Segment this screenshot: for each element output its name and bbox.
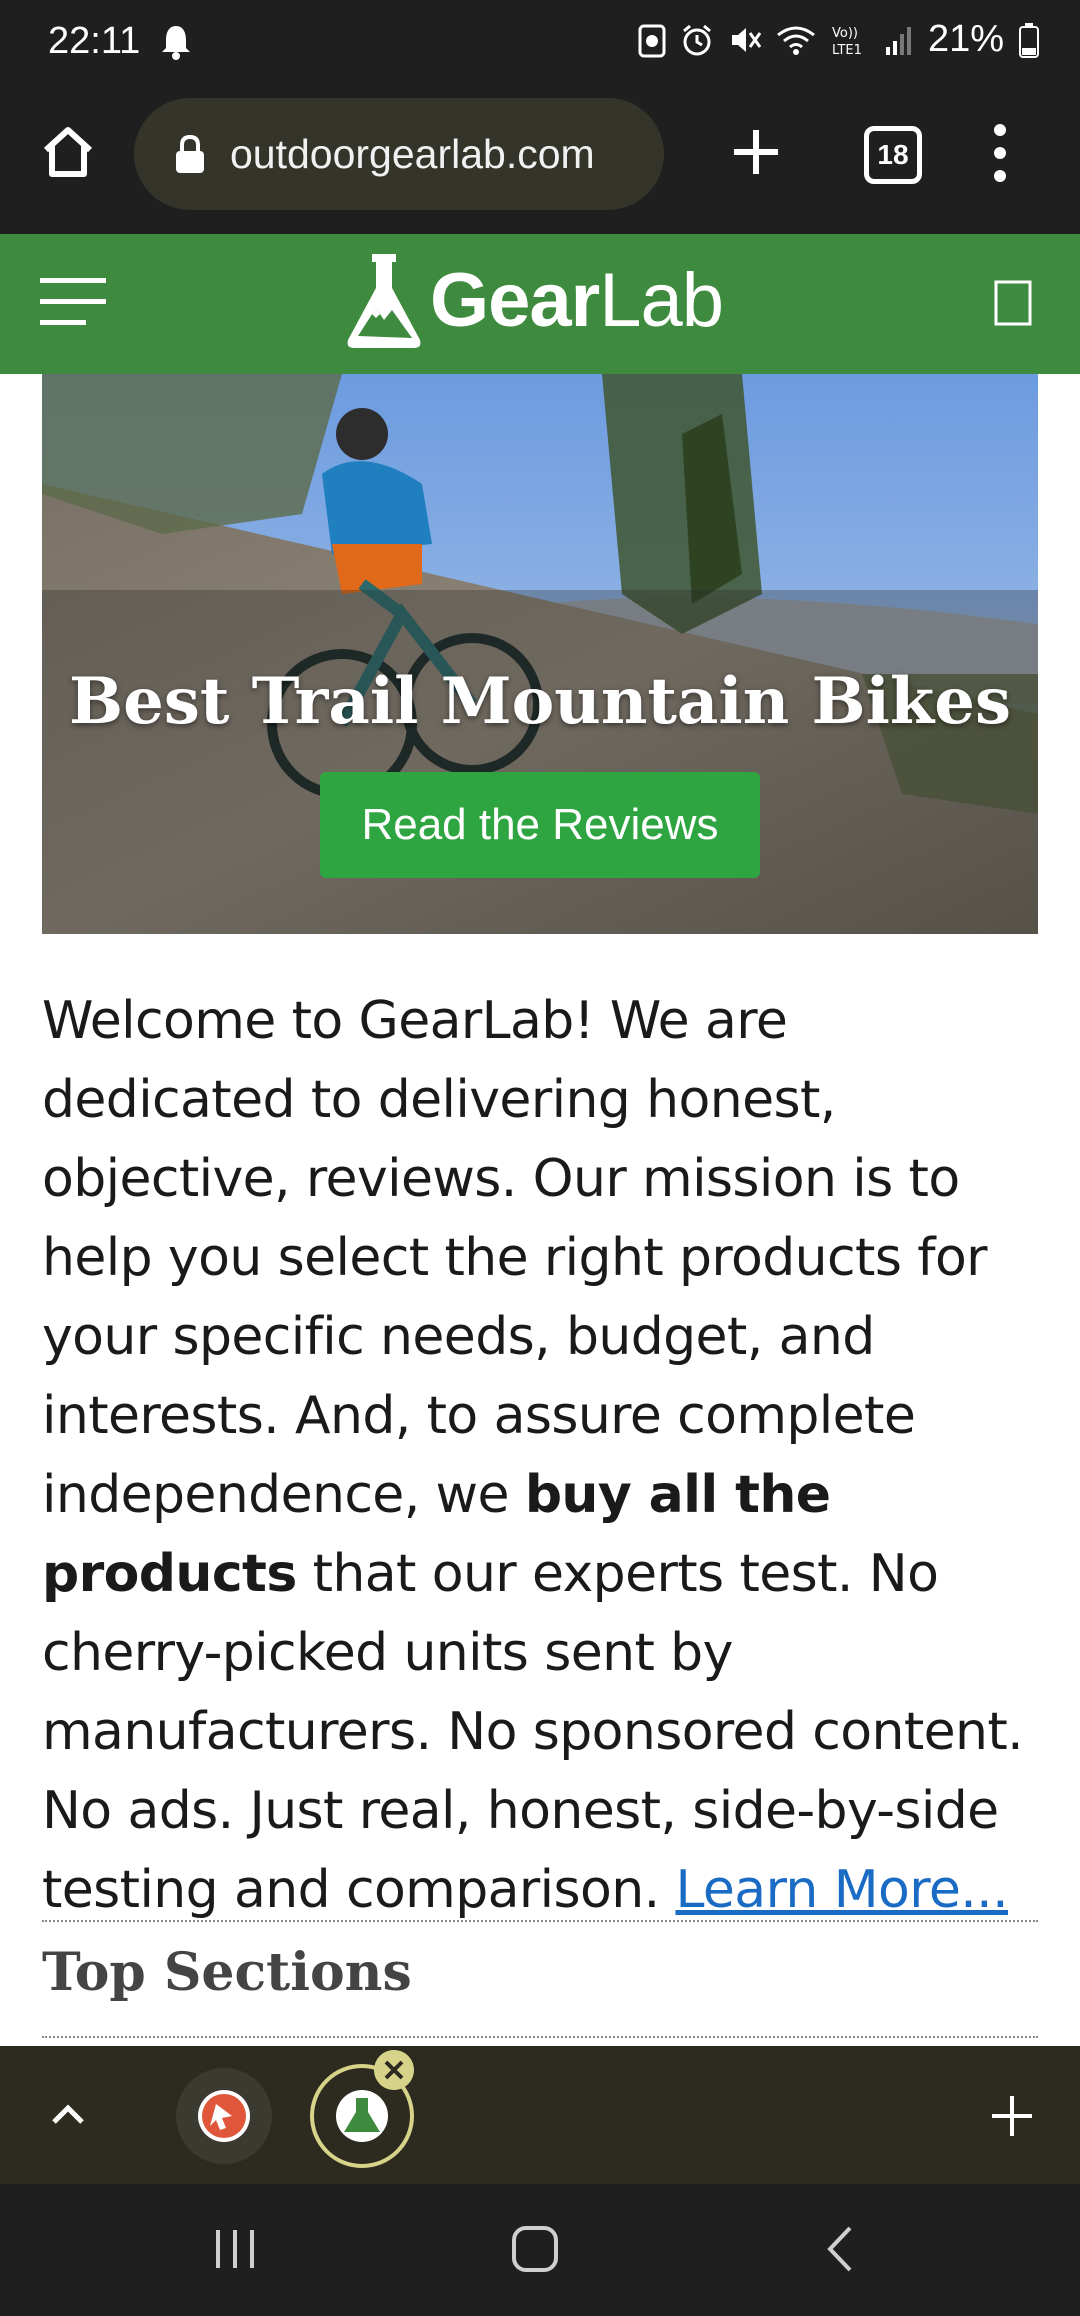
wifi-icon xyxy=(777,26,815,55)
mute-icon xyxy=(731,27,762,52)
flask-logo-icon xyxy=(347,254,421,348)
overflow-menu-icon[interactable] xyxy=(988,120,1012,186)
volte-icon: Vo)) LTE1 xyxy=(832,26,862,57)
lock-icon xyxy=(176,134,204,173)
section-divider-bottom xyxy=(42,2036,1038,2038)
battery-icon xyxy=(1019,22,1039,58)
chevron-up-icon[interactable] xyxy=(46,2092,90,2136)
close-tab-icon[interactable] xyxy=(374,2050,414,2090)
hero-title: Best Trail Mountain Bikes xyxy=(69,664,1011,739)
section-divider-top xyxy=(42,1920,1038,1922)
intro-paragraph: Welcome to GearLab! We are dedicated to … xyxy=(42,982,1042,1930)
back-icon[interactable] xyxy=(818,2224,862,2274)
tab-favicon-1[interactable] xyxy=(176,2068,272,2164)
address-bar[interactable]: outdoorgearlab.com xyxy=(134,98,664,210)
intro-text-1: Welcome to GearLab! We are dedicated to … xyxy=(42,991,988,1525)
notification-bell-icon xyxy=(162,26,190,60)
svg-text:Vo)): Vo)) xyxy=(832,26,858,41)
tab-group-strip xyxy=(0,2046,1080,2184)
red-app-icon xyxy=(198,2090,250,2142)
recycle-icon xyxy=(638,24,666,57)
hero-banner[interactable]: Best Trail Mountain Bikes Read the Revie… xyxy=(42,374,1038,934)
hero-overlay xyxy=(42,590,1038,934)
add-tab-icon[interactable] xyxy=(990,2094,1034,2138)
status-icons: Vo)) LTE1 21% xyxy=(638,18,1040,61)
hamburger-menu-icon[interactable] xyxy=(40,276,106,328)
url-text: outdoorgearlab.com xyxy=(230,130,595,177)
search-icon[interactable] xyxy=(992,280,1036,326)
home-button-icon[interactable] xyxy=(510,2224,560,2274)
browser-toolbar: outdoorgearlab.com 18 xyxy=(0,92,1080,234)
recent-apps-icon[interactable] xyxy=(210,2224,260,2274)
top-sections-heading: Top Sections xyxy=(42,1942,412,2003)
battery-percent: 21% xyxy=(927,18,1004,60)
learn-more-link[interactable]: Learn More... xyxy=(675,1860,1008,1920)
status-bar: 22:11 Vo)) LTE1 21% xyxy=(0,0,1080,92)
read-reviews-button[interactable]: Read the Reviews xyxy=(320,772,760,878)
logo-text: GearLab xyxy=(430,257,724,344)
home-icon[interactable] xyxy=(38,122,98,182)
status-time: 22:11 xyxy=(48,20,141,62)
logo-text-bold: Gear xyxy=(430,257,600,343)
gearlab-logo[interactable]: GearLab xyxy=(342,248,724,352)
signal-icon xyxy=(885,26,911,55)
site-header: GearLab xyxy=(0,234,1080,374)
svg-text:LTE1: LTE1 xyxy=(832,43,862,57)
new-tab-icon[interactable] xyxy=(726,122,786,182)
tab-switcher-button[interactable]: 18 xyxy=(864,126,922,184)
logo-text-light: Lab xyxy=(599,257,724,343)
alarm-icon xyxy=(682,24,711,55)
system-nav-bar xyxy=(0,2184,1080,2316)
